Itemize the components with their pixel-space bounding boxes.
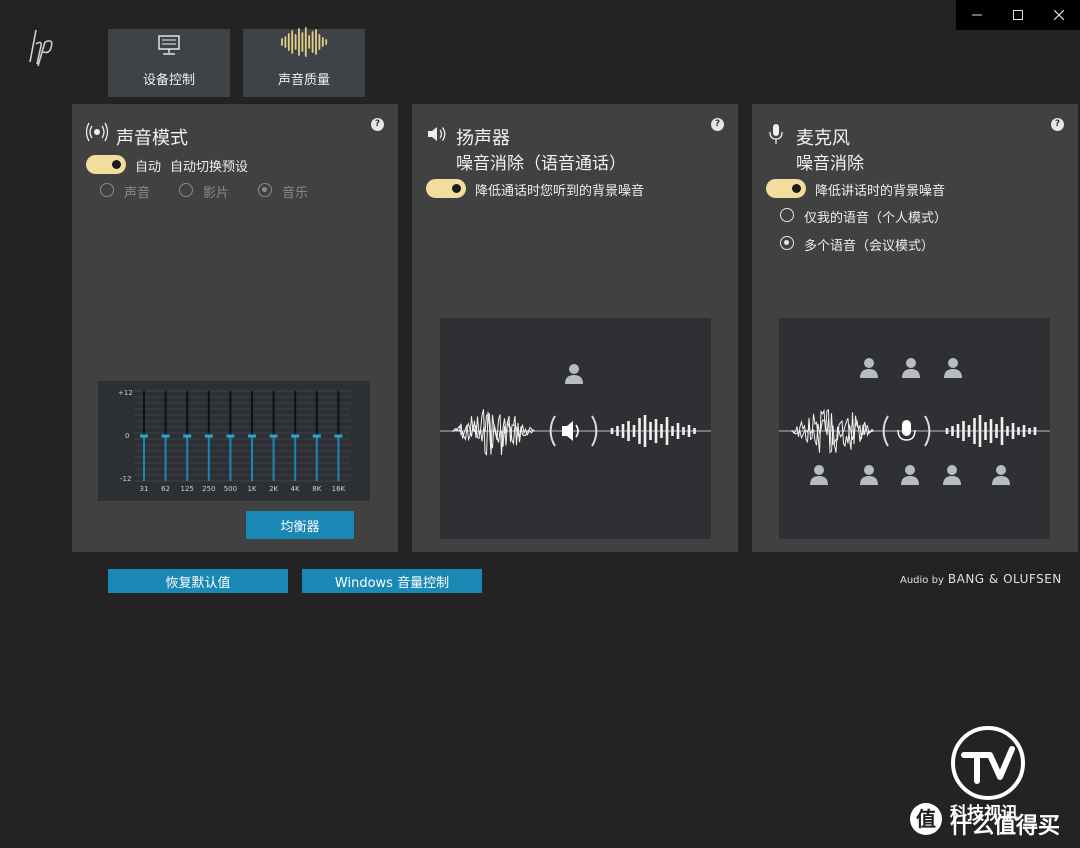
radio-music[interactable] bbox=[258, 183, 272, 197]
window-controls bbox=[956, 0, 1080, 30]
eq-band-label: 8K bbox=[312, 485, 322, 493]
help-icon[interactable]: ? bbox=[1051, 118, 1064, 131]
eq-sliders[interactable] bbox=[98, 381, 370, 501]
person-icon bbox=[565, 364, 583, 384]
radio-movie-label: 影片 bbox=[203, 186, 230, 201]
eq-band-label: 2K bbox=[269, 485, 279, 493]
microphone-noise-visual bbox=[779, 318, 1050, 539]
auto-toggle-label: 自动 bbox=[135, 160, 162, 175]
speaker-noise-toggle-label: 降低通话时您听到的背景噪音 bbox=[475, 184, 645, 199]
monitor-icon bbox=[157, 35, 181, 61]
close-icon[interactable] bbox=[1039, 0, 1080, 30]
hp-logo bbox=[28, 28, 60, 68]
eq-band-label: 1K bbox=[247, 485, 257, 493]
minimize-icon[interactable] bbox=[956, 0, 997, 30]
speaker-glyph bbox=[562, 421, 573, 441]
speaker-title: 扬声器 bbox=[456, 128, 510, 149]
speaker-subtitle: 噪音消除（语音通话） bbox=[456, 154, 626, 174]
auto-toggle-desc: 自动切换预设 bbox=[170, 160, 249, 175]
watermark-logo bbox=[950, 725, 1026, 801]
eq-slider-thumb bbox=[269, 434, 278, 438]
mic-glyph bbox=[902, 420, 911, 436]
radio-music-label: 音乐 bbox=[282, 186, 309, 201]
help-icon[interactable]: ? bbox=[371, 118, 384, 131]
eq-band-label: 125 bbox=[180, 485, 194, 493]
waveform-icon bbox=[279, 27, 329, 61]
radio-meeting-mode-label: 多个语音（会议模式） bbox=[804, 239, 935, 254]
person-icon bbox=[902, 358, 920, 378]
auto-toggle[interactable] bbox=[86, 155, 126, 174]
eq-band-label: 62 bbox=[161, 485, 171, 493]
eq-band-label: 250 bbox=[202, 485, 216, 493]
sound-mode-title: 声音模式 bbox=[116, 128, 188, 149]
person-icon bbox=[860, 465, 878, 485]
radio-voice[interactable] bbox=[100, 183, 114, 197]
eq-band-label: 31 bbox=[139, 485, 149, 493]
radio-movie[interactable] bbox=[179, 183, 193, 197]
microphone-title: 麦克风 bbox=[796, 128, 850, 149]
speaker-icon bbox=[426, 124, 448, 148]
eq-slider-thumb bbox=[140, 434, 148, 438]
eq-band-label: 500 bbox=[223, 485, 238, 493]
eq-slider-thumb bbox=[183, 434, 192, 438]
watermark-badge: 值 bbox=[910, 803, 942, 835]
person-icon bbox=[901, 465, 919, 485]
watermark-site: 什么值得买 bbox=[950, 814, 1061, 839]
radio-personal-mode[interactable] bbox=[780, 208, 794, 222]
person-icon bbox=[943, 465, 961, 485]
microphone-icon bbox=[766, 123, 786, 149]
eq-slider-thumb bbox=[161, 434, 170, 438]
speaker-noise-toggle[interactable] bbox=[426, 179, 466, 198]
eq-slider-thumb bbox=[204, 434, 213, 438]
person-icon bbox=[992, 465, 1010, 485]
help-icon[interactable]: ? bbox=[711, 118, 724, 131]
equalizer-button[interactable]: 均衡器 bbox=[246, 511, 354, 539]
eq-slider-thumb bbox=[248, 434, 256, 438]
restore-defaults-button[interactable]: 恢复默认值 bbox=[108, 569, 288, 593]
tab-sound-quality-label: 声音质量 bbox=[277, 73, 330, 88]
speaker-noise-visual bbox=[440, 318, 711, 539]
eq-slider-thumb bbox=[312, 434, 321, 438]
person-icon bbox=[944, 358, 962, 378]
surround-sound-icon bbox=[85, 122, 109, 146]
person-icon bbox=[810, 465, 828, 485]
brand-name: BANG & OLUFSEN bbox=[947, 572, 1062, 586]
eq-slider-thumb bbox=[334, 434, 343, 438]
eq-band-label: 16K bbox=[331, 485, 346, 493]
tab-device-control[interactable]: 设备控制 bbox=[108, 29, 230, 97]
tab-device-control-label: 设备控制 bbox=[142, 73, 195, 88]
radio-meeting-mode[interactable] bbox=[780, 236, 794, 250]
eq-slider-thumb bbox=[226, 434, 235, 438]
radio-voice-label: 声音 bbox=[124, 186, 151, 201]
person-icon bbox=[860, 358, 878, 378]
maximize-icon[interactable] bbox=[997, 0, 1038, 30]
microphone-noise-toggle-label: 降低讲话时的背景噪音 bbox=[815, 184, 946, 199]
radio-personal-mode-label: 仅我的语音（个人模式） bbox=[804, 211, 948, 226]
microphone-subtitle: 噪音消除 bbox=[796, 154, 864, 174]
eq-slider-thumb bbox=[291, 434, 300, 438]
brand-label: Audio by BANG & OLUFSEN bbox=[900, 572, 1062, 586]
tab-sound-quality[interactable]: 声音质量 bbox=[243, 27, 365, 97]
brand-prefix: Audio by bbox=[900, 575, 944, 586]
microphone-noise-toggle[interactable] bbox=[766, 179, 806, 198]
windows-volume-button[interactable]: Windows 音量控制 bbox=[302, 569, 482, 593]
eq-band-label: 4K bbox=[290, 485, 300, 493]
equalizer-graph: +12 0 -12 31 62 125 250 500 1K 2K 4K 8K 16K bbox=[98, 381, 370, 501]
